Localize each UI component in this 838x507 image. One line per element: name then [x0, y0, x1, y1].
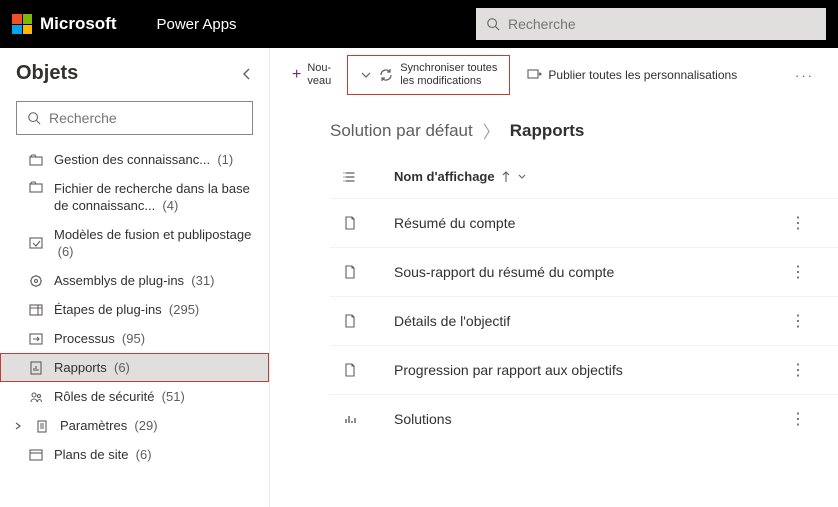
sidebar-item-sitemap[interactable]: Plans de site (6): [0, 440, 269, 469]
folder-icon: [28, 180, 44, 194]
list-row[interactable]: Détails de l'objectif⋮: [330, 296, 838, 345]
chevron-down-icon: [360, 69, 372, 81]
doc-icon: [330, 363, 370, 377]
global-search[interactable]: [476, 8, 826, 40]
sidebar-item-label: Gestion des connaissanc... (1): [54, 151, 255, 168]
command-bar: + Nou-veau Synchroniser toutesles modifi…: [270, 48, 838, 102]
row-name: Détails de l'objectif: [370, 313, 782, 329]
row-more-button[interactable]: ⋮: [782, 409, 814, 429]
plugin-icon: [28, 274, 44, 288]
chevron-right-icon: [14, 421, 24, 431]
chevron-down-icon: [517, 172, 527, 182]
sidebar-item-label: Processus (95): [54, 330, 255, 347]
new-label-1: Nou-: [307, 62, 331, 74]
sitemap-icon: [28, 448, 44, 462]
sidebar-item-steps[interactable]: Étapes de plug-ins (295): [0, 295, 269, 324]
row-more-button[interactable]: ⋮: [782, 262, 814, 282]
collapse-sidebar-button[interactable]: [241, 67, 253, 81]
list-row[interactable]: Résumé du compte⋮: [330, 198, 838, 247]
doc-icon: [330, 216, 370, 230]
global-search-input[interactable]: [508, 16, 816, 32]
object-tree: Gestion des connaissanc... (1) Fichier de…: [0, 145, 269, 507]
publish-button[interactable]: Publier toutes les personnalisations: [516, 61, 747, 89]
sync-icon: [378, 67, 394, 83]
search-icon: [486, 17, 500, 31]
sidebar-item-report[interactable]: Rapports (6): [0, 353, 269, 382]
chevron-right-icon: 〉: [483, 118, 500, 143]
sync-label-1: Synchroniser toutes: [400, 62, 497, 74]
publish-icon: [526, 67, 542, 83]
roles-icon: [28, 390, 44, 404]
sidebar-item-roles[interactable]: Rôles de sécurité (51): [0, 382, 269, 411]
app-name: Power Apps: [157, 16, 237, 33]
row-more-button[interactable]: ⋮: [782, 360, 814, 380]
row-more-button[interactable]: ⋮: [782, 213, 814, 233]
merge-icon: [28, 236, 44, 250]
sync-label-2: les modifications: [400, 75, 481, 87]
sidebar-item-settings[interactable]: Paramètres (29): [0, 411, 269, 440]
name-column-label: Nom d'affichage: [394, 169, 495, 184]
sidebar-item-label: Fichier de recherche dans la base de con…: [54, 180, 255, 214]
list-icon: [343, 170, 357, 184]
column-config-button[interactable]: [330, 170, 370, 184]
sidebar-item-merge[interactable]: Modèles de fusion et publipostage (6): [0, 220, 269, 266]
list-row[interactable]: Progression par rapport aux objectifs⋮: [330, 345, 838, 394]
row-name: Progression par rapport aux objectifs: [370, 362, 782, 378]
company-name: Microsoft: [40, 14, 117, 34]
steps-icon: [28, 303, 44, 317]
search-icon: [27, 111, 41, 125]
row-name: Sous-rapport du résumé du compte: [370, 264, 782, 280]
more-commands-button[interactable]: ···: [783, 62, 826, 89]
ms-logo: Microsoft: [12, 14, 117, 34]
new-button[interactable]: + Nou-veau: [282, 56, 341, 94]
publish-label: Publier toutes les personnalisations: [548, 68, 737, 82]
list-row[interactable]: Sous-rapport du résumé du compte⋮: [330, 247, 838, 296]
breadcrumb-root[interactable]: Solution par défaut: [330, 121, 473, 141]
ms-logo-icon: [12, 14, 32, 34]
sidebar-item-label: Rôles de sécurité (51): [54, 388, 255, 405]
plus-icon: +: [292, 66, 301, 84]
sync-button[interactable]: Synchroniser toutesles modifications: [347, 55, 510, 95]
sidebar-item-process[interactable]: Processus (95): [0, 324, 269, 353]
sidebar-item-label: Rapports (6): [54, 359, 255, 376]
name-column-header[interactable]: Nom d'affichage: [394, 169, 527, 184]
sidebar: Objets Gestion des connaissanc... (1) Fic…: [0, 48, 270, 507]
new-label-2: veau: [307, 75, 331, 87]
breadcrumb: Solution par défaut 〉 Rapports: [270, 102, 838, 151]
sidebar-item-label: Étapes de plug-ins (295): [54, 301, 255, 318]
top-bar: Microsoft Power Apps: [0, 0, 838, 48]
sidebar-title: Objets: [16, 62, 78, 85]
sidebar-search[interactable]: [16, 101, 253, 135]
sidebar-item-label: Plans de site (6): [54, 446, 255, 463]
chevron-left-icon: [241, 67, 253, 81]
row-name: Solutions: [370, 411, 782, 427]
list-row[interactable]: Solutions⋮: [330, 394, 838, 443]
list-header: Nom d'affichage: [330, 159, 838, 198]
folder-icon: [28, 153, 44, 167]
sidebar-item-folder[interactable]: Fichier de recherche dans la base de con…: [0, 174, 269, 220]
chart-icon: [330, 412, 370, 426]
sidebar-search-input[interactable]: [49, 110, 242, 126]
sidebar-item-label: Modèles de fusion et publipostage (6): [54, 226, 255, 260]
main-area: + Nou-veau Synchroniser toutesles modifi…: [270, 48, 838, 507]
doc-icon: [330, 265, 370, 279]
row-more-button[interactable]: ⋮: [782, 311, 814, 331]
report-icon: [28, 361, 44, 375]
row-name: Résumé du compte: [370, 215, 782, 231]
sidebar-item-folder[interactable]: Gestion des connaissanc... (1): [0, 145, 269, 174]
breadcrumb-current: Rapports: [510, 121, 585, 141]
report-list: Nom d'affichage Résumé du compte⋮Sous-ra…: [270, 151, 838, 443]
settings-icon: [34, 419, 50, 433]
sidebar-item-label: Paramètres (29): [60, 417, 255, 434]
sort-asc-icon: [501, 171, 511, 183]
sidebar-item-plugin[interactable]: Assemblys de plug-ins (31): [0, 266, 269, 295]
process-icon: [28, 332, 44, 346]
sidebar-item-label: Assemblys de plug-ins (31): [54, 272, 255, 289]
doc-icon: [330, 314, 370, 328]
